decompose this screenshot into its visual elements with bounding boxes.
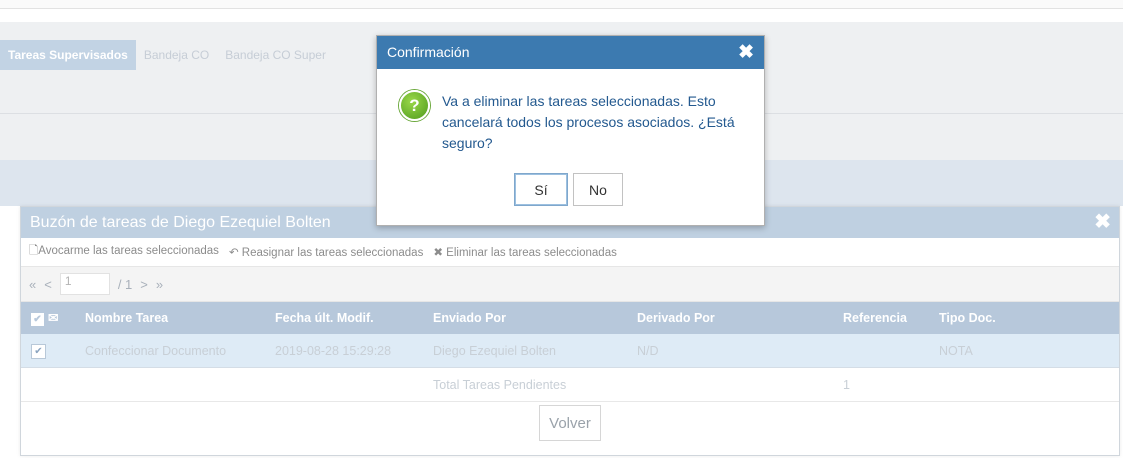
top-bar	[0, 0, 1123, 9]
reply-icon: ↶	[228, 247, 242, 259]
col-header-derivado[interactable]: Derivado Por	[627, 302, 833, 334]
select-all-checkbox[interactable]: ✔	[31, 313, 44, 326]
task-inbox-window: Buzón de tareas de Diego Ezequiel Bolten…	[20, 206, 1120, 456]
next-page-button[interactable]: >	[140, 277, 148, 292]
cell-fecha: 2019-08-28 15:29:28	[265, 334, 423, 368]
confirmation-dialog: Confirmación ✖ ? Va a eliminar las tarea…	[376, 35, 765, 226]
table-row[interactable]: ✔ Confeccionar Documento 2019-08-28 15:2…	[21, 334, 1119, 368]
tab-tareas-supervisados[interactable]: Tareas Supervisados	[0, 40, 136, 70]
empty-cell	[265, 367, 423, 402]
dialog-message: Va a eliminar las tareas seleccionadas. …	[442, 93, 735, 151]
dialog-header: Confirmación ✖	[377, 36, 764, 69]
document-icon: 🗋	[29, 244, 39, 257]
yes-button[interactable]: Sí	[514, 173, 568, 206]
col-header-fecha[interactable]: Fecha últ. Modif.	[265, 302, 423, 334]
col-header-enviado[interactable]: Enviado Por	[423, 302, 627, 334]
close-icon[interactable]: ✖	[738, 36, 754, 69]
last-page-button[interactable]: »	[156, 277, 163, 292]
question-icon: ?	[399, 90, 430, 121]
background-tabs: Tareas Supervisados Bandeja CO Bandeja C…	[0, 40, 334, 70]
empty-cell	[929, 367, 1119, 402]
total-label: Total Tareas Pendientes	[423, 367, 627, 402]
row-checkbox[interactable]: ✔	[31, 343, 46, 359]
cell-enviado: Diego Ezequiel Bolten	[423, 334, 627, 368]
first-page-button[interactable]: «	[29, 277, 36, 292]
table-header-row: ✔ ✉ Nombre Tarea Fecha últ. Modif. Enviad…	[21, 302, 1119, 334]
prev-page-button[interactable]: <	[44, 277, 52, 292]
cell-nombre: Confeccionar Documento	[75, 334, 265, 368]
tab-bandeja-co[interactable]: Bandeja CO	[136, 40, 217, 70]
tab-bandeja-co-super[interactable]: Bandeja CO Super	[217, 40, 334, 70]
empty-cell	[627, 367, 833, 402]
empty-cell	[75, 367, 265, 402]
select-all-cell[interactable]: ✔ ✉	[21, 302, 75, 334]
no-button[interactable]: No	[573, 173, 623, 206]
total-value: 1	[833, 367, 929, 402]
envelope-icon: ✉	[48, 311, 59, 325]
cell-derivado: N/D	[627, 334, 833, 368]
button-row: Volver	[21, 402, 1119, 444]
dialog-title: Confirmación	[387, 44, 470, 60]
empty-cell	[21, 367, 75, 402]
reassign-tasks-label: Reasignar las tareas seleccionadas	[241, 247, 424, 259]
task-table: ✔ ✉ Nombre Tarea Fecha últ. Modif. Enviad…	[21, 302, 1119, 402]
inbox-title: Buzón de tareas de Diego Ezequiel Bolten	[30, 214, 331, 231]
col-header-tipo-doc[interactable]: Tipo Doc.	[929, 302, 1119, 334]
inbox-toolbar: 🗋Avocarme las tareas seleccionadas ↶ Rea…	[21, 238, 1119, 266]
reassign-tasks-button[interactable]: ↶ Reasignar las tareas seleccionadas	[229, 245, 423, 259]
back-button[interactable]: Volver	[539, 405, 601, 441]
pager: « < 1 / 1 > »	[21, 266, 1119, 302]
take-tasks-label: Avocarme las tareas seleccionadas	[38, 244, 219, 257]
col-header-nombre[interactable]: Nombre Tarea	[75, 302, 265, 334]
take-tasks-button[interactable]: 🗋Avocarme las tareas seleccionadas	[29, 243, 219, 262]
x-icon: ✖	[433, 247, 447, 259]
page-number-input[interactable]: 1	[59, 273, 110, 295]
close-icon[interactable]: ✖	[1094, 207, 1111, 238]
cell-tipo-doc: NOTA	[929, 334, 1119, 368]
col-header-referencia[interactable]: Referencia	[833, 302, 929, 334]
row-select-cell[interactable]: ✔	[21, 334, 75, 368]
cell-referencia	[833, 334, 929, 368]
page-total: / 1	[117, 276, 133, 292]
delete-tasks-label: Eliminar las tareas seleccionadas	[446, 247, 617, 259]
delete-tasks-button[interactable]: ✖ Eliminar las tareas seleccionadas	[433, 245, 617, 259]
total-row: Total Tareas Pendientes 1	[21, 367, 1119, 402]
